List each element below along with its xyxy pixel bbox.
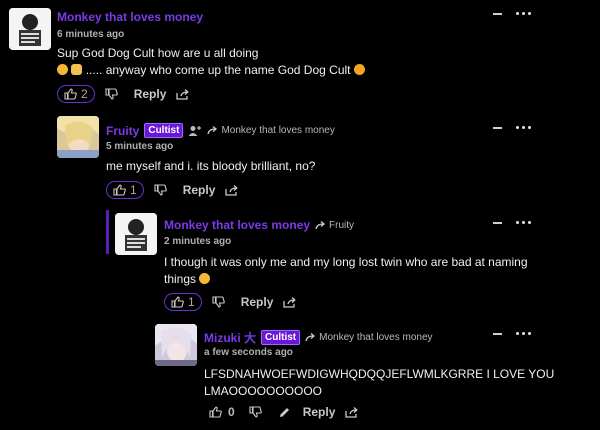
reply-arrow-icon bbox=[315, 220, 326, 229]
victory-hand-emoji-icon bbox=[71, 64, 83, 75]
comment-body: I though it was only me and my long lost… bbox=[164, 254, 528, 288]
share-icon[interactable] bbox=[225, 184, 239, 196]
reply-button[interactable]: Reply bbox=[134, 87, 167, 101]
like-count: 2 bbox=[81, 87, 88, 101]
author-name[interactable]: Mizuki 大 bbox=[204, 329, 256, 346]
author-name[interactable]: Monkey that loves money bbox=[57, 10, 203, 24]
comment-menu bbox=[493, 332, 531, 335]
reply-to[interactable]: Monkey that loves money bbox=[207, 125, 335, 136]
reply-to-name[interactable]: Fruity bbox=[329, 220, 354, 231]
avatar[interactable] bbox=[57, 116, 99, 158]
comment-menu bbox=[493, 12, 531, 15]
comment-actions: 1 Reply bbox=[106, 181, 239, 199]
reply-button[interactable]: Reply bbox=[183, 183, 216, 197]
comment-text-line: me myself and i. its bloody brilliant, n… bbox=[106, 159, 316, 173]
comment-text-line: LFSDNAHWOEFWDIGWHQDQQJEFLWMLKGRRE I LOVE… bbox=[204, 367, 555, 381]
avatar[interactable] bbox=[9, 8, 51, 50]
comment-text: things bbox=[164, 272, 197, 286]
like-button[interactable]: 0 bbox=[209, 405, 235, 419]
author-name[interactable]: Monkey that loves money bbox=[164, 218, 310, 232]
more-options-icon[interactable] bbox=[516, 332, 531, 335]
follow-user-icon[interactable] bbox=[188, 125, 202, 137]
thumbs-down-icon[interactable] bbox=[249, 406, 262, 418]
collapse-icon[interactable] bbox=[493, 12, 502, 15]
reply-button[interactable]: Reply bbox=[241, 295, 274, 309]
comment-timestamp: 5 minutes ago bbox=[106, 141, 174, 152]
role-badge: Cultist bbox=[261, 330, 301, 345]
collapse-icon[interactable] bbox=[493, 332, 502, 335]
comment-actions: 1 Reply bbox=[164, 293, 297, 311]
comment-body: LFSDNAHWOEFWDIGWHQDQQJEFLWMLKGRRE I LOVE… bbox=[204, 366, 554, 400]
comment-body: Sup God Dog Cult how are u all doing ...… bbox=[57, 45, 365, 79]
collapse-icon[interactable] bbox=[493, 126, 502, 129]
comment-actions: 0 Reply bbox=[209, 405, 359, 419]
more-options-icon[interactable] bbox=[516, 221, 531, 224]
comment-menu bbox=[493, 221, 531, 224]
thumbs-down-icon[interactable] bbox=[154, 184, 167, 196]
thumbs-up-icon bbox=[113, 184, 126, 196]
comment-text-line: Sup God Dog Cult how are u all doing bbox=[57, 46, 259, 60]
thumbs-up-icon bbox=[209, 406, 222, 418]
more-options-icon[interactable] bbox=[516, 126, 531, 129]
comment-text-line-2: LMAOOOOOOOOOO bbox=[204, 384, 323, 398]
comment-timestamp: 2 minutes ago bbox=[164, 236, 232, 247]
reply-to-name[interactable]: Monkey that loves money bbox=[319, 332, 432, 343]
collapse-icon[interactable] bbox=[493, 221, 502, 224]
like-count: 1 bbox=[130, 183, 137, 197]
like-button[interactable]: 1 bbox=[106, 181, 144, 199]
like-button[interactable]: 1 bbox=[164, 293, 202, 311]
author-name[interactable]: Fruity bbox=[106, 124, 139, 138]
comment-author[interactable]: Monkey that loves money bbox=[57, 10, 203, 24]
comment-author: Monkey that loves money Fruity bbox=[164, 218, 354, 232]
avatar[interactable] bbox=[115, 213, 157, 255]
like-button[interactable]: 2 bbox=[57, 85, 95, 103]
reply-arrow-icon bbox=[207, 126, 218, 135]
comment-timestamp: a few seconds ago bbox=[204, 347, 293, 358]
thinking-emoji-icon bbox=[353, 64, 365, 75]
reply-to-name[interactable]: Monkey that loves money bbox=[221, 125, 334, 136]
like-count: 0 bbox=[228, 405, 235, 419]
comment-actions: 2 Reply bbox=[57, 85, 190, 103]
share-icon[interactable] bbox=[345, 406, 359, 418]
thumbs-up-icon bbox=[171, 296, 184, 308]
thread-line bbox=[106, 210, 109, 254]
reply-to[interactable]: Fruity bbox=[315, 220, 354, 231]
edit-pencil-icon[interactable] bbox=[278, 406, 291, 419]
reply-button[interactable]: Reply bbox=[303, 405, 336, 419]
comment-timestamp: 6 minutes ago bbox=[57, 29, 125, 40]
comment-body: me myself and i. its bloody brilliant, n… bbox=[106, 158, 315, 175]
more-options-icon[interactable] bbox=[516, 12, 531, 15]
sunglasses-emoji-icon bbox=[199, 273, 211, 284]
role-badge: Cultist bbox=[144, 123, 184, 138]
comment-text-line: I though it was only me and my long lost… bbox=[164, 255, 528, 269]
avatar[interactable] bbox=[155, 324, 197, 366]
thumbs-down-icon[interactable] bbox=[105, 88, 118, 100]
thumbs-down-icon[interactable] bbox=[212, 296, 225, 308]
share-icon[interactable] bbox=[176, 88, 190, 100]
comment-author: Fruity Cultist Monkey that loves money bbox=[106, 123, 335, 138]
comment-text-line-2: things bbox=[164, 271, 528, 288]
thumbs-up-icon bbox=[64, 88, 77, 100]
reply-to[interactable]: Monkey that loves money bbox=[305, 332, 433, 343]
share-icon[interactable] bbox=[283, 296, 297, 308]
comment-text-line-2: ..... anyway who come up the name God Do… bbox=[57, 62, 365, 79]
reply-arrow-icon bbox=[305, 333, 316, 342]
comment-text: ..... anyway who come up the name God Do… bbox=[85, 63, 351, 77]
like-count: 1 bbox=[188, 295, 195, 309]
comment-author: Mizuki 大 Cultist Monkey that loves money bbox=[204, 329, 433, 346]
grinning-emoji-icon bbox=[57, 64, 68, 75]
comment-menu bbox=[493, 126, 531, 129]
